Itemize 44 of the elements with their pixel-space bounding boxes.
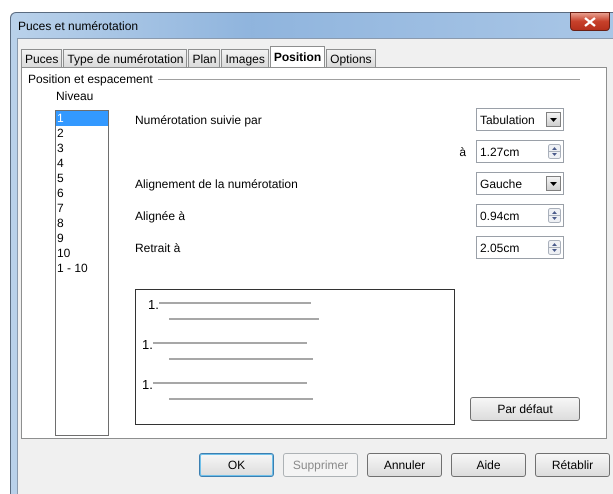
field-label: Retrait à	[135, 240, 180, 254]
dialog-button[interactable]: Rétablir	[535, 453, 610, 477]
dialog-button[interactable]: Aide	[451, 453, 526, 477]
close-button[interactable]	[570, 12, 610, 31]
list-item[interactable]: 7	[56, 201, 108, 216]
preview-number: 1.	[148, 298, 159, 312]
dropdown[interactable]: Tabulation	[476, 108, 564, 131]
tab[interactable]: Images	[221, 49, 269, 67]
list-item[interactable]: 1 - 10	[56, 261, 108, 276]
list-label: Niveau	[56, 89, 94, 103]
dropdown-arrow-icon	[550, 182, 557, 186]
tab[interactable]: Type de numérotation	[63, 49, 188, 67]
list-item[interactable]: 6	[56, 186, 108, 201]
spin-arrows-icon	[548, 144, 561, 159]
tab[interactable]: Puces	[21, 49, 62, 67]
default-button[interactable]: Par défaut	[470, 397, 580, 421]
dropdown[interactable]: Gauche	[476, 172, 564, 195]
spin-field[interactable]: 2.05cm	[476, 236, 564, 259]
preview-number: 1.	[142, 378, 153, 392]
spin-arrows-icon	[548, 208, 561, 223]
dropdown-arrow-icon	[550, 118, 557, 122]
list-item[interactable]: 9	[56, 231, 108, 246]
tab[interactable]: Options	[326, 49, 376, 67]
list-item[interactable]: 2	[56, 126, 108, 141]
dialog-button[interactable]: OK	[199, 453, 274, 477]
preview-number: 1.	[142, 338, 153, 352]
spin-arrows-icon	[548, 240, 561, 255]
group-title: Position et espacement	[28, 72, 153, 86]
spin-field[interactable]: 0.94cm	[476, 204, 564, 227]
list-item[interactable]: 10	[56, 246, 108, 261]
field-label: Alignée à	[135, 208, 186, 222]
spin-field[interactable]: 1.27cm	[476, 140, 564, 163]
window-title: Puces et numérotation	[18, 18, 138, 32]
field-label: à	[459, 144, 466, 158]
dialog-button[interactable]: Annuler	[367, 453, 442, 477]
tab[interactable]: Plan	[188, 49, 220, 67]
field-label: Alignement de la numérotation	[135, 176, 298, 190]
list-item[interactable]: 5	[56, 171, 108, 186]
field-label: Numérotation suivie par	[135, 112, 262, 126]
list-item[interactable]: 3	[56, 141, 108, 156]
list-item[interactable]: 4	[56, 156, 108, 171]
close-icon	[584, 16, 596, 26]
tab[interactable]: Position	[270, 46, 326, 67]
list-item[interactable]: 8	[56, 216, 108, 231]
